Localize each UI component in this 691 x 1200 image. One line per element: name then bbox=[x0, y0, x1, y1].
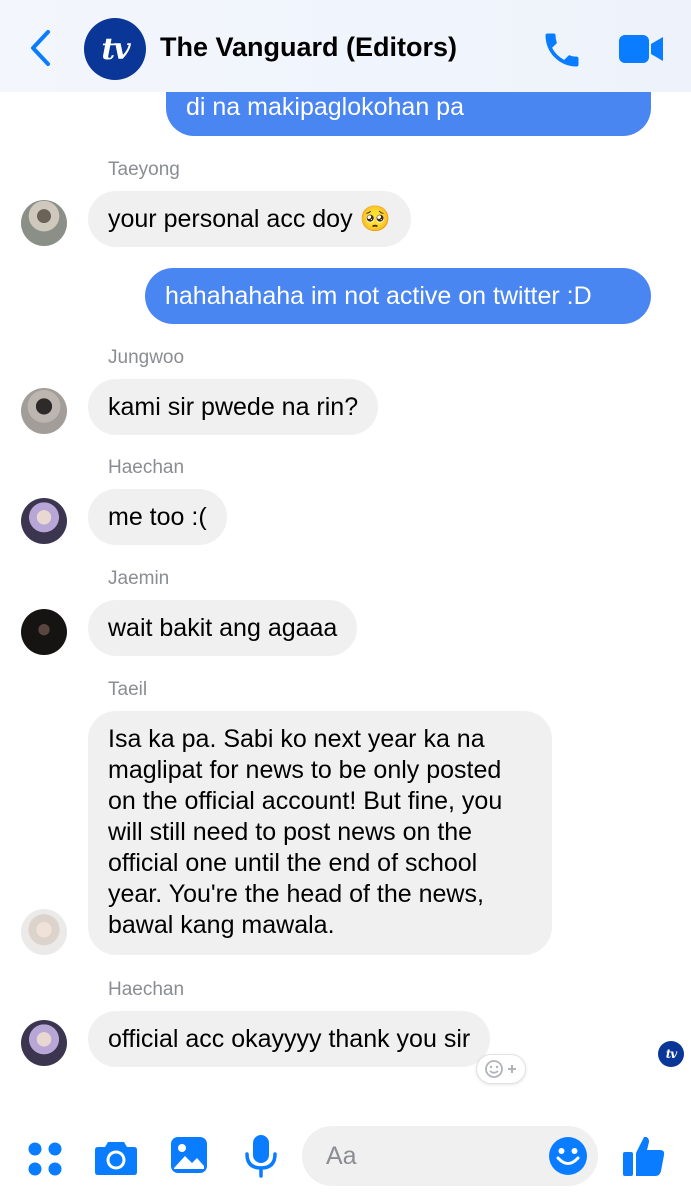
avatar-jungwoo[interactable] bbox=[21, 388, 67, 434]
video-call-button[interactable] bbox=[617, 32, 665, 66]
message-bubble-incoming[interactable]: wait bakit ang agaaa bbox=[88, 600, 358, 656]
message-text: di na makipaglokohan pa bbox=[186, 93, 464, 121]
like-button[interactable] bbox=[622, 1134, 666, 1183]
message-text: me too :( bbox=[108, 503, 207, 531]
message-bubble-incoming[interactable]: Isa ka pa. Sabi ko next year ka na magli… bbox=[88, 711, 552, 955]
add-reaction-icon bbox=[485, 1060, 516, 1078]
like-icon bbox=[623, 1136, 665, 1176]
sender-name: Taeil bbox=[108, 679, 148, 700]
message-input-container[interactable] bbox=[302, 1126, 598, 1186]
message-text: official acc okayyyy thank you sir bbox=[108, 1025, 471, 1053]
message-text: Isa ka pa. Sabi ko next year ka na magli… bbox=[108, 725, 503, 939]
seen-indicator-avatar: tv bbox=[658, 1041, 684, 1067]
message-composer bbox=[0, 1110, 691, 1200]
sender-name: Taeyong bbox=[108, 159, 180, 180]
back-button[interactable] bbox=[24, 28, 60, 68]
camera-icon bbox=[95, 1142, 137, 1175]
sender-name: Haechan bbox=[108, 979, 185, 1000]
message-bubble-incoming[interactable]: kami sir pwede na rin? bbox=[88, 379, 379, 435]
avatar-haechan[interactable] bbox=[21, 498, 67, 544]
emoji-icon bbox=[549, 1137, 587, 1175]
conversation-title[interactable]: The Vanguard (Editors) bbox=[160, 32, 457, 63]
voice-call-button[interactable] bbox=[540, 28, 584, 72]
add-reaction-button[interactable] bbox=[476, 1054, 526, 1084]
avatar-jaemin[interactable] bbox=[21, 609, 67, 655]
avatar-taeyong[interactable] bbox=[21, 200, 67, 246]
phone-icon bbox=[545, 33, 579, 67]
sender-name: Haechan bbox=[108, 457, 185, 478]
apps-button[interactable] bbox=[26, 1140, 64, 1183]
back-icon bbox=[31, 30, 50, 66]
message-text: hahahahaha im not active on twitter :D bbox=[165, 282, 592, 310]
message-text: wait bakit ang agaaa bbox=[108, 614, 338, 642]
camera-button[interactable] bbox=[94, 1138, 138, 1181]
message-bubble-incoming[interactable]: me too :( bbox=[88, 489, 227, 545]
sender-name: Jungwoo bbox=[108, 347, 185, 368]
voice-message-button[interactable] bbox=[244, 1134, 278, 1183]
message-text: your personal acc doy 🥺 bbox=[108, 205, 391, 233]
message-bubble-incoming[interactable]: official acc okayyyy thank you sir bbox=[88, 1011, 491, 1067]
group-avatar[interactable]: tv bbox=[84, 18, 146, 80]
message-input[interactable] bbox=[326, 1138, 526, 1174]
avatar-haechan[interactable] bbox=[21, 1020, 67, 1066]
message-bubble-outgoing[interactable]: hahahahaha im not active on twitter :D bbox=[145, 268, 651, 324]
gallery-button[interactable] bbox=[170, 1136, 208, 1179]
microphone-icon bbox=[245, 1135, 277, 1178]
video-icon bbox=[619, 35, 663, 63]
apps-icon bbox=[28, 1142, 62, 1176]
message-text: kami sir pwede na rin? bbox=[108, 393, 359, 421]
gallery-icon bbox=[171, 1137, 207, 1173]
sender-name: Jaemin bbox=[108, 568, 170, 589]
chat-header: tv The Vanguard (Editors) bbox=[0, 0, 691, 92]
avatar-taeil[interactable] bbox=[21, 909, 67, 955]
emoji-button[interactable] bbox=[548, 1136, 588, 1176]
message-bubble-incoming[interactable]: your personal acc doy 🥺 bbox=[88, 191, 411, 247]
